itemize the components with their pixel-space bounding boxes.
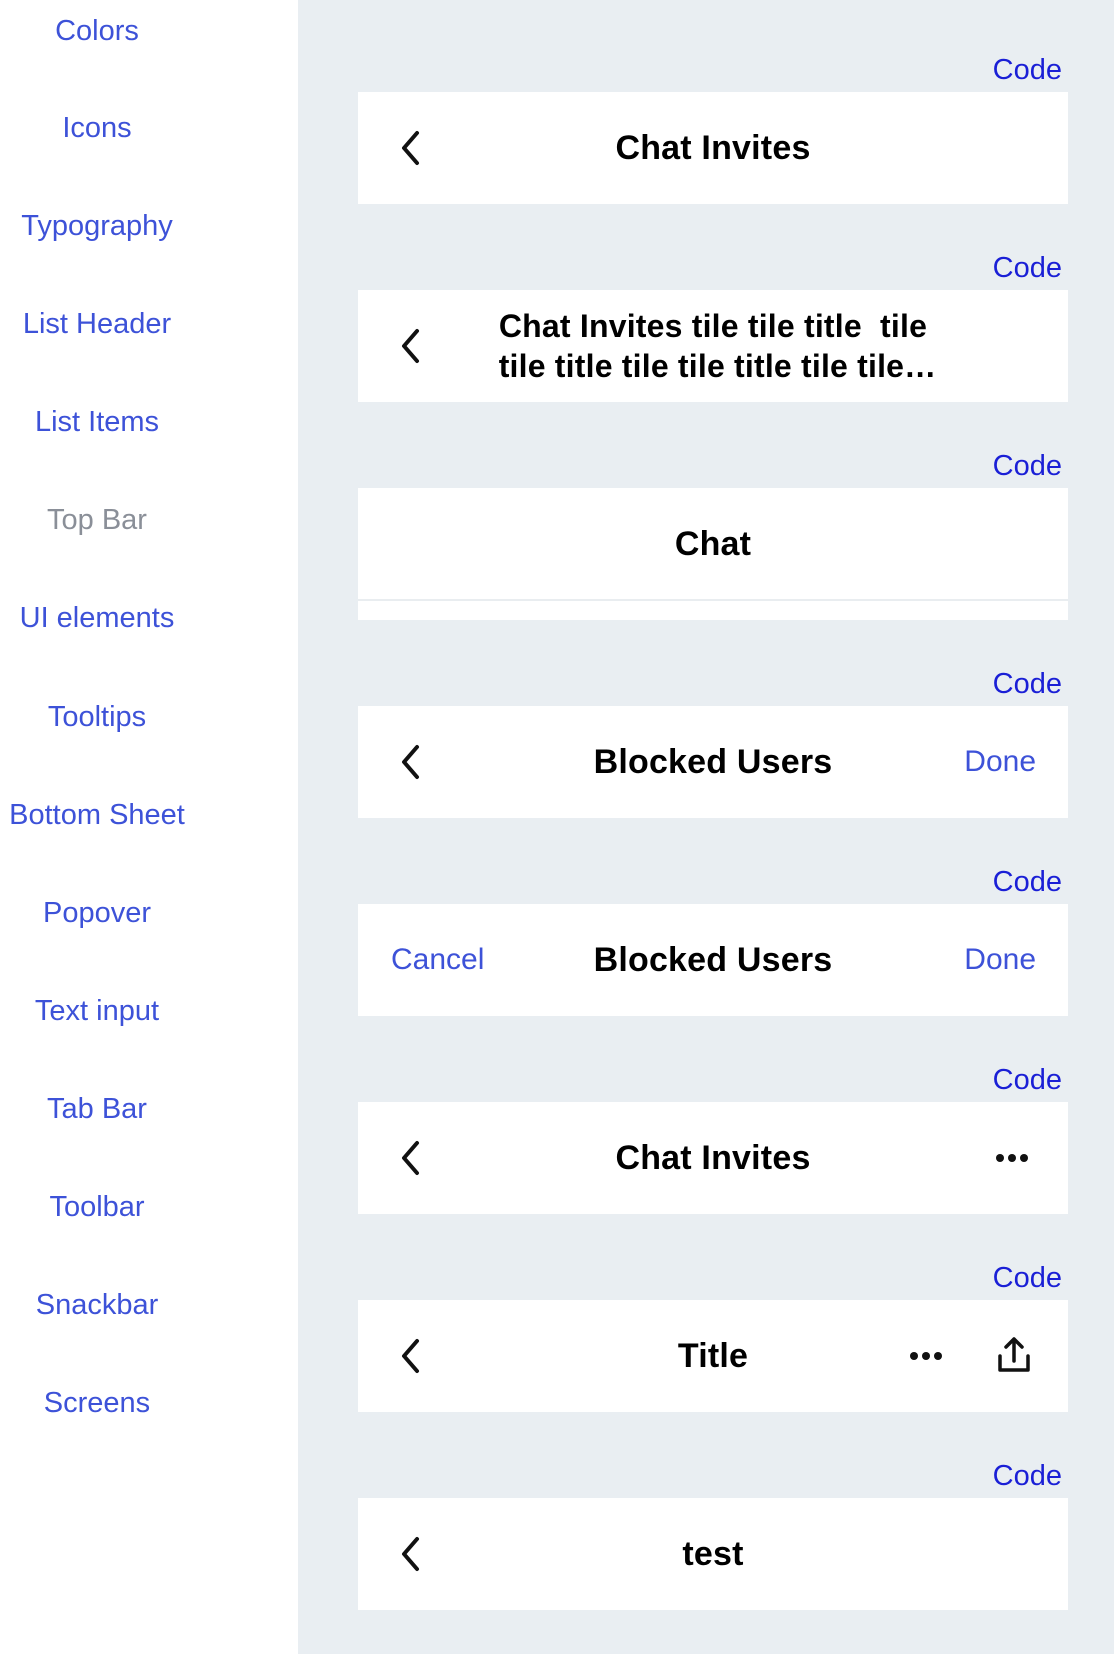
cancel-button[interactable]: Cancel	[391, 904, 484, 1016]
top-bar-title: Title	[677, 1336, 749, 1375]
code-link[interactable]: Code	[982, 251, 1062, 285]
more-horizontal-icon[interactable]	[992, 1140, 1032, 1176]
sidebar-item-snackbar[interactable]: Snackbar	[0, 1288, 194, 1322]
top-bar-title: Chat Invites	[615, 1138, 811, 1177]
chevron-left-icon[interactable]	[396, 1336, 426, 1376]
done-button[interactable]: Done	[964, 904, 1036, 1016]
sidebar-item-typography[interactable]: Typography	[0, 209, 194, 243]
top-bar-example: Chat Invites tile tile title tile tile t…	[358, 290, 1068, 402]
sidebar-item-text-input[interactable]: Text input	[0, 994, 194, 1028]
chevron-left-icon[interactable]	[396, 128, 426, 168]
sidebar-item-tab-bar[interactable]: Tab Bar	[0, 1092, 194, 1126]
top-bar-example: Chat Invites	[358, 1102, 1068, 1214]
sidebar-item-icons[interactable]: Icons	[0, 111, 194, 145]
sidebar-item-list-header[interactable]: List Header	[0, 307, 194, 341]
code-link[interactable]: Code	[982, 1063, 1062, 1097]
examples-canvas: Code Chat Invites Code Chat Invites tile…	[298, 0, 1114, 1654]
top-bar-title: Chat Invites	[615, 128, 811, 167]
chevron-left-icon[interactable]	[396, 1138, 426, 1178]
sidebar-item-screens[interactable]: Screens	[0, 1386, 194, 1420]
sidebar-item-toolbar[interactable]: Toolbar	[0, 1190, 194, 1224]
top-bar-example: Title	[358, 1300, 1068, 1412]
sidebar-item-top-bar[interactable]: Top Bar	[0, 503, 194, 537]
more-horizontal-icon[interactable]	[906, 1338, 946, 1374]
top-bar-title: Blocked Users	[593, 940, 833, 979]
top-bar-example: Blocked Users Done	[358, 706, 1068, 818]
sidebar-item-bottom-sheet[interactable]: Bottom Sheet	[0, 798, 194, 832]
top-bar-title: test	[682, 1534, 744, 1573]
top-bar-example: Cancel Blocked Users Done	[358, 904, 1068, 1016]
sidebar-nav: Colors Icons Typography List Header List…	[0, 0, 298, 1654]
sidebar-item-popover[interactable]: Popover	[0, 896, 194, 930]
sidebar-item-tooltips[interactable]: Tooltips	[0, 700, 194, 734]
code-link[interactable]: Code	[982, 449, 1062, 483]
top-bar-example: Chat	[358, 488, 1068, 620]
chevron-left-icon[interactable]	[396, 742, 426, 782]
code-link[interactable]: Code	[982, 1261, 1062, 1295]
done-button[interactable]: Done	[964, 706, 1036, 818]
divider	[358, 599, 1068, 601]
share-icon[interactable]	[996, 1334, 1032, 1376]
sidebar-item-list-items[interactable]: List Items	[0, 405, 194, 439]
top-bar-example: test	[358, 1498, 1068, 1610]
sidebar-item-colors[interactable]: Colors	[0, 14, 194, 48]
chevron-left-icon[interactable]	[396, 1534, 426, 1574]
code-link[interactable]: Code	[982, 865, 1062, 899]
top-bar-title: Blocked Users	[593, 742, 833, 781]
code-link[interactable]: Code	[982, 1459, 1062, 1493]
top-bar-title: Chat	[674, 524, 752, 563]
chevron-left-icon[interactable]	[396, 326, 426, 366]
code-link[interactable]: Code	[982, 667, 1062, 701]
code-link[interactable]: Code	[982, 53, 1062, 87]
sidebar-item-ui-elements[interactable]: UI elements	[0, 601, 194, 635]
top-bar-title: Chat Invites tile tile title tile tile t…	[498, 308, 937, 384]
top-bar-example: Chat Invites	[358, 92, 1068, 204]
